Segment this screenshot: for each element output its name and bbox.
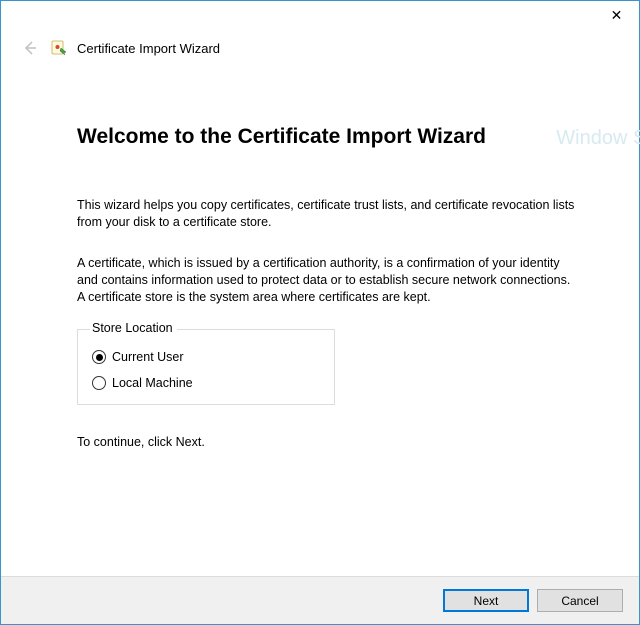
page-title: Welcome to the Certificate Import Wizard… <box>77 125 579 149</box>
wizard-header-title: Certificate Import Wizard <box>77 41 220 56</box>
radio-icon <box>92 350 106 364</box>
snip-watermark: Window Snip <box>556 127 640 150</box>
radio-icon <box>92 376 106 390</box>
wizard-header: Certificate Import Wizard <box>1 33 639 73</box>
radio-label: Local Machine <box>112 376 193 390</box>
titlebar: ✕ <box>1 1 639 33</box>
intro-paragraph-1: This wizard helps you copy certificates,… <box>77 197 579 231</box>
back-button[interactable] <box>19 37 41 59</box>
certificate-wizard-icon <box>51 39 69 57</box>
intro-paragraph-2: A certificate, which is issued by a cert… <box>77 255 579 306</box>
store-location-legend: Store Location <box>90 321 177 335</box>
continue-instruction: To continue, click Next. <box>77 435 579 449</box>
radio-option-local-machine[interactable]: Local Machine <box>92 376 322 390</box>
wizard-footer: Next Cancel <box>1 576 639 624</box>
radio-option-current-user[interactable]: Current User <box>92 350 322 364</box>
close-icon: ✕ <box>611 7 623 24</box>
cancel-button[interactable]: Cancel <box>537 589 623 612</box>
close-button[interactable]: ✕ <box>594 1 639 29</box>
radio-label: Current User <box>112 350 184 364</box>
next-button[interactable]: Next <box>443 589 529 612</box>
store-location-group: Store Location Current User Local Machin… <box>77 329 335 405</box>
wizard-content: Welcome to the Certificate Import Wizard… <box>1 73 639 449</box>
back-arrow-icon <box>20 38 40 58</box>
